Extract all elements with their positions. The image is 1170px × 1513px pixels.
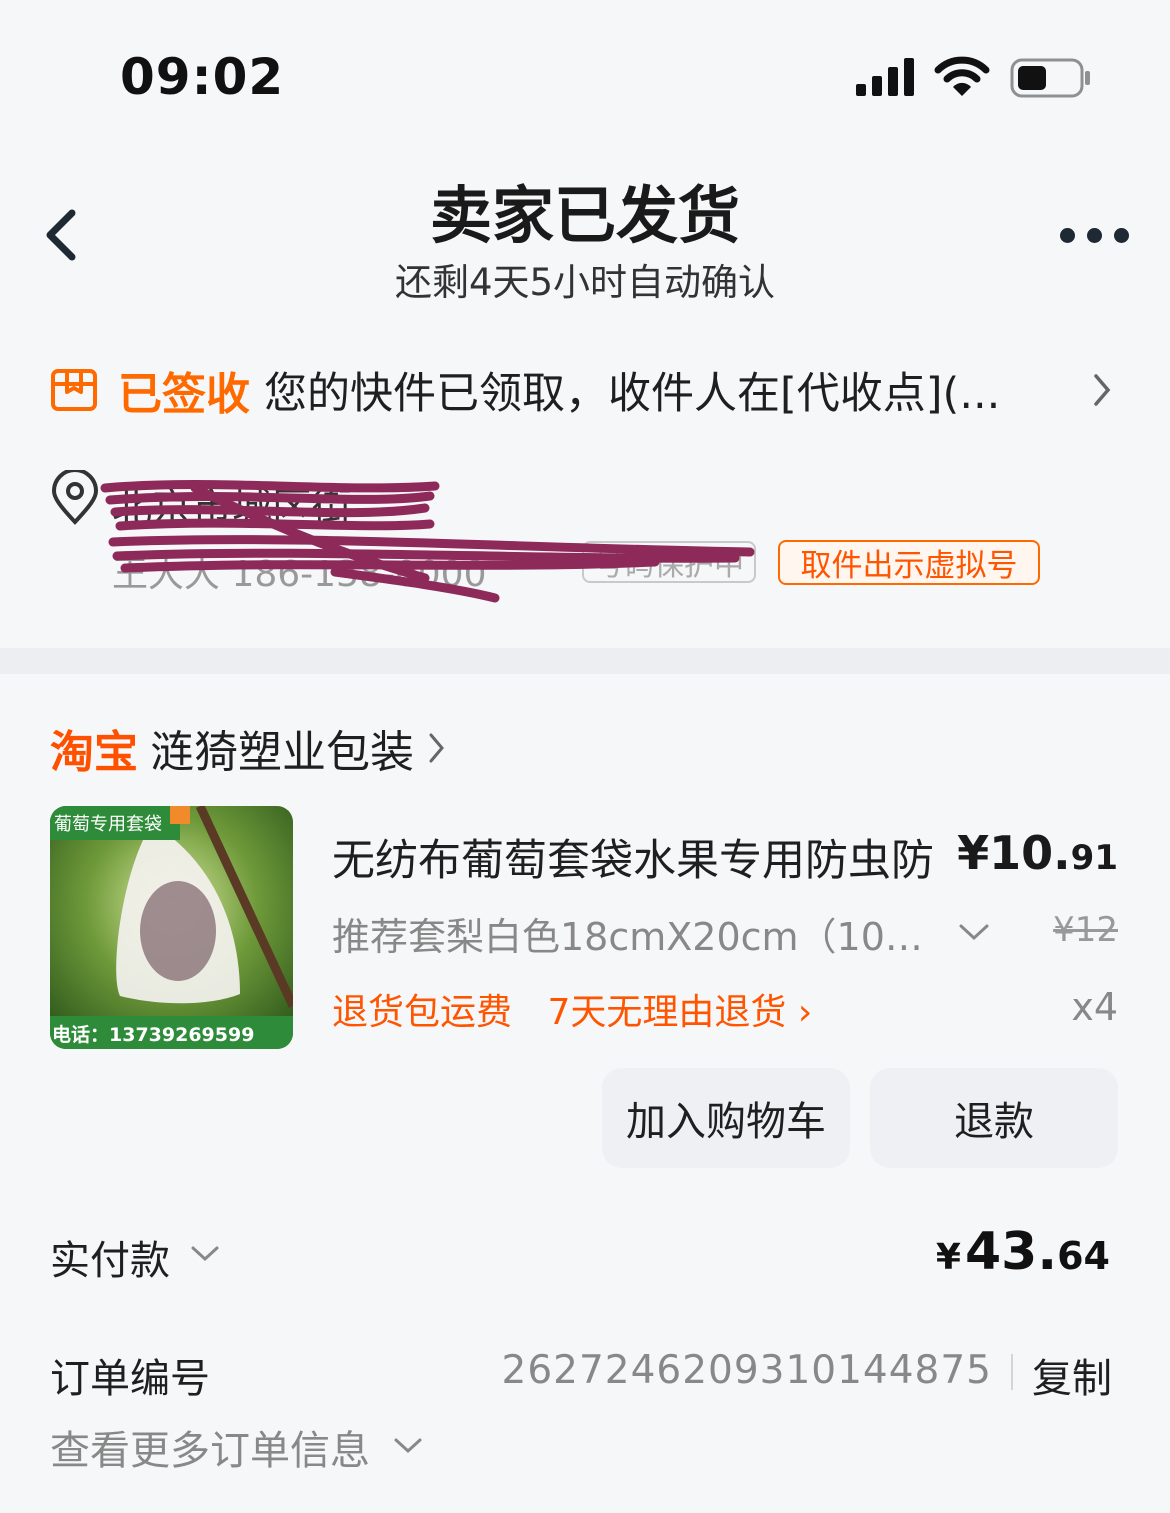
wifi-icon bbox=[934, 56, 990, 96]
add-to-cart-button[interactable]: 加入购物车 bbox=[602, 1068, 850, 1168]
order-number: 2627246209310144875 bbox=[501, 1348, 992, 1393]
shop-link[interactable]: 淘宝 涟猗塑业包装 bbox=[50, 718, 446, 778]
redaction-scribble bbox=[100, 479, 755, 603]
refund-button[interactable]: 退款 bbox=[870, 1068, 1118, 1168]
pickup-virtual-number-button[interactable]: 取件出示虚拟号 bbox=[778, 540, 1040, 585]
shop-name: 涟猗塑业包装 bbox=[150, 727, 414, 778]
paid-amount: ¥43.64 bbox=[935, 1222, 1110, 1282]
section-divider bbox=[0, 648, 1170, 674]
logistics-row[interactable]: 已签收 您的快件已领取，收件人在[代收点](... bbox=[50, 360, 1130, 420]
paid-amount-label[interactable]: 实付款 bbox=[50, 1228, 170, 1286]
product-image[interactable]: 葡萄专用套袋 电话：13739269599 bbox=[50, 806, 293, 1049]
more-order-info-link[interactable]: 查看更多订单信息 bbox=[50, 1418, 370, 1476]
product-title[interactable]: 无纺布葡萄套袋水果专用防虫防 bbox=[332, 826, 952, 888]
battery-icon bbox=[1010, 58, 1090, 98]
chevron-down-icon[interactable] bbox=[393, 1437, 423, 1455]
product-sku[interactable]: 推荐套梨白色18cmX20cm（10… bbox=[332, 906, 923, 961]
return-policy-tag: 7天无理由退货 › bbox=[547, 992, 813, 1033]
chevron-down-icon[interactable] bbox=[958, 922, 990, 942]
chevron-right-icon bbox=[429, 733, 444, 763]
package-icon bbox=[51, 369, 97, 411]
order-number-label: 订单编号 bbox=[50, 1356, 210, 1402]
service-tags[interactable]: 退货包运费 7天无理由退货 › bbox=[332, 983, 836, 1035]
logistics-message: 您的快件已领取，收件人在[代收点](... bbox=[264, 369, 1001, 419]
taobao-logo: 淘宝 bbox=[50, 727, 138, 778]
product-quantity: x4 bbox=[1071, 985, 1118, 1029]
auto-confirm-countdown: 还剩4天5小时自动确认 bbox=[394, 261, 776, 304]
more-icon bbox=[1060, 227, 1075, 243]
product-price: ¥10.91 bbox=[957, 826, 1118, 880]
status-time: 09:02 bbox=[120, 48, 285, 106]
shipping-insurance-tag: 退货包运费 bbox=[332, 992, 513, 1033]
location-pin-icon bbox=[51, 470, 99, 525]
image-phone-text: 电话：13739269599 bbox=[52, 1023, 254, 1046]
copy-order-number-button[interactable]: 复制 bbox=[1032, 1346, 1112, 1404]
divider bbox=[1011, 1354, 1013, 1390]
chevron-right-icon bbox=[1094, 374, 1111, 406]
more-button[interactable] bbox=[1060, 225, 1130, 245]
original-price: ¥12 bbox=[1053, 910, 1118, 950]
image-banner-text: 葡萄专用套袋 bbox=[54, 814, 162, 835]
delivery-status: 已签收 bbox=[118, 369, 250, 420]
signal-icon bbox=[856, 58, 914, 96]
page-title: 卖家已发货 bbox=[429, 179, 740, 252]
chevron-down-icon[interactable] bbox=[190, 1245, 220, 1263]
